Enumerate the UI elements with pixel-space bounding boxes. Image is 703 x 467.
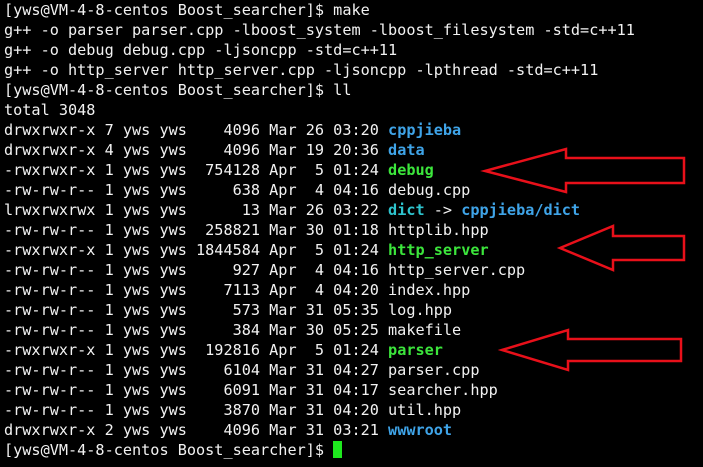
terminal-text: -rw-rw-r-- 1 yws yws 6091 Mar 31 04:17 s… bbox=[4, 381, 498, 399]
output-line: drwxrwxr-x 4 yws yws 4096 Mar 19 20:36 d… bbox=[4, 140, 635, 160]
output-line: -rw-rw-r-- 1 yws yws 573 Mar 31 05:35 lo… bbox=[4, 300, 635, 320]
symlink-name: dict bbox=[388, 201, 425, 219]
output-line: -rwxrwxr-x 1 yws yws 192816 Apr 5 01:24 … bbox=[4, 340, 635, 360]
directory-name: cppjieba bbox=[388, 121, 462, 139]
output-line: -rw-rw-r-- 1 yws yws 258821 Mar 30 01:18… bbox=[4, 220, 635, 240]
terminal-text: drwxrwxr-x 7 yws yws 4096 Mar 26 03:20 bbox=[4, 121, 389, 139]
terminal-window[interactable]: [yws@VM-4-8-centos Boost_searcher]$ make… bbox=[0, 0, 703, 467]
terminal-text: lrwxrwxrwx 1 yws yws 13 Mar 26 03:22 bbox=[4, 201, 389, 219]
terminal-text: [yws@VM-4-8-centos Boost_searcher]$ ll bbox=[4, 81, 352, 99]
terminal-text: [yws@VM-4-8-centos Boost_searcher]$ make bbox=[4, 1, 370, 19]
directory-name: cppjieba/dict bbox=[461, 201, 581, 219]
terminal-text: drwxrwxr-x 4 yws yws 4096 Mar 19 20:36 bbox=[4, 141, 389, 159]
terminal-text: -rwxrwxr-x 1 yws yws 192816 Apr 5 01:24 bbox=[4, 341, 389, 359]
terminal-text: -rw-rw-r-- 1 yws yws 384 Mar 30 05:25 ma… bbox=[4, 321, 462, 339]
terminal-text: -rw-rw-r-- 1 yws yws 638 Apr 4 04:16 deb… bbox=[4, 181, 471, 199]
terminal-text: -rw-rw-r-- 1 yws yws 7113 Apr 4 04:20 in… bbox=[4, 281, 471, 299]
directory-name: data bbox=[388, 141, 425, 159]
terminal-text: -rw-rw-r-- 1 yws yws 258821 Mar 30 01:18… bbox=[4, 221, 489, 239]
executable-name: parser bbox=[388, 341, 443, 359]
prompt-line: [yws@VM-4-8-centos Boost_searcher]$ make bbox=[4, 0, 635, 20]
output-line: -rwxrwxr-x 1 yws yws 754128 Apr 5 01:24 … bbox=[4, 160, 635, 180]
output-line: drwxrwxr-x 2 yws yws 4096 Mar 31 03:21 w… bbox=[4, 420, 635, 440]
terminal-text: -rwxrwxr-x 1 yws yws 1844584 Apr 5 01:24 bbox=[4, 241, 389, 259]
output-line: -rw-rw-r-- 1 yws yws 638 Apr 4 04:16 deb… bbox=[4, 180, 635, 200]
executable-name: debug bbox=[388, 161, 434, 179]
terminal-text: -rw-rw-r-- 1 yws yws 3870 Mar 31 04:20 u… bbox=[4, 401, 462, 419]
output-line: total 3048 bbox=[4, 100, 635, 120]
output-line: g++ -o debug debug.cpp -ljsoncpp -std=c+… bbox=[4, 40, 635, 60]
terminal-text: g++ -o debug debug.cpp -ljsoncpp -std=c+… bbox=[4, 41, 398, 59]
output-line: -rwxrwxr-x 1 yws yws 1844584 Apr 5 01:24… bbox=[4, 240, 635, 260]
output-line: -rw-rw-r-- 1 yws yws 927 Apr 4 04:16 htt… bbox=[4, 260, 635, 280]
output-line: drwxrwxr-x 7 yws yws 4096 Mar 26 03:20 c… bbox=[4, 120, 635, 140]
terminal-text: -rw-rw-r-- 1 yws yws 6104 Mar 31 04:27 p… bbox=[4, 361, 480, 379]
terminal-text: -rw-rw-r-- 1 yws yws 573 Mar 31 05:35 lo… bbox=[4, 301, 453, 319]
output-line: g++ -o http_server http_server.cpp -ljso… bbox=[4, 60, 635, 80]
terminal-output: [yws@VM-4-8-centos Boost_searcher]$ make… bbox=[4, 0, 635, 460]
terminal-text: -> bbox=[424, 201, 462, 219]
terminal-text: -rw-rw-r-- 1 yws yws 927 Apr 4 04:16 htt… bbox=[4, 261, 526, 279]
terminal-text: g++ -o parser parser.cpp -lboost_system … bbox=[4, 21, 635, 39]
output-line: g++ -o parser parser.cpp -lboost_system … bbox=[4, 20, 635, 40]
output-line: lrwxrwxrwx 1 yws yws 13 Mar 26 03:22 dic… bbox=[4, 200, 635, 220]
output-line: -rw-rw-r-- 1 yws yws 7113 Apr 4 04:20 in… bbox=[4, 280, 635, 300]
directory-name: wwwroot bbox=[388, 421, 453, 439]
prompt-line: [yws@VM-4-8-centos Boost_searcher]$ ll bbox=[4, 80, 635, 100]
output-line: -rw-rw-r-- 1 yws yws 3870 Mar 31 04:20 u… bbox=[4, 400, 635, 420]
output-line: -rw-rw-r-- 1 yws yws 6104 Mar 31 04:27 p… bbox=[4, 360, 635, 380]
output-line: -rw-rw-r-- 1 yws yws 384 Mar 30 05:25 ma… bbox=[4, 320, 635, 340]
terminal-text: [yws@VM-4-8-centos Boost_searcher]$ bbox=[4, 441, 334, 459]
output-line: -rw-rw-r-- 1 yws yws 6091 Mar 31 04:17 s… bbox=[4, 380, 635, 400]
terminal-text: g++ -o http_server http_server.cpp -ljso… bbox=[4, 61, 599, 79]
executable-name: http_server bbox=[388, 241, 489, 259]
prompt-line: [yws@VM-4-8-centos Boost_searcher]$ bbox=[4, 440, 635, 460]
terminal-text: total 3048 bbox=[4, 101, 96, 119]
text-cursor[interactable] bbox=[333, 441, 343, 458]
terminal-text: drwxrwxr-x 2 yws yws 4096 Mar 31 03:21 bbox=[4, 421, 389, 439]
terminal-text: -rwxrwxr-x 1 yws yws 754128 Apr 5 01:24 bbox=[4, 161, 389, 179]
